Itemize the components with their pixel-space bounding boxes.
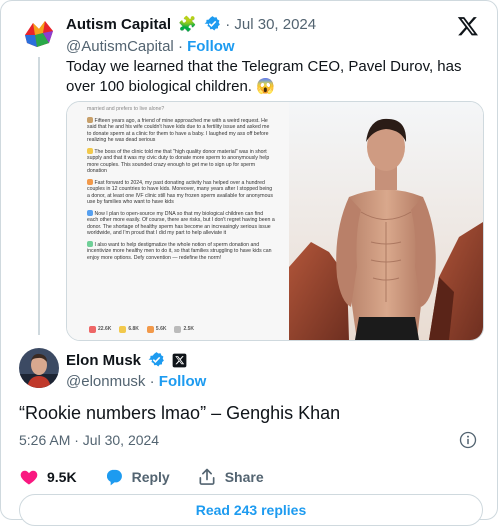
tweet-screenshot-image: married and prefers to live alone? Fifte… — [67, 102, 289, 340]
elon-musk-avatar[interactable] — [19, 348, 59, 388]
like-button[interactable]: 9.5K — [19, 467, 77, 487]
screenshot-paragraph: The boss of the clinic told me that "hig… — [87, 147, 270, 174]
read-replies-button[interactable]: Read 243 replies — [19, 494, 483, 526]
follow-autism-capital-button[interactable]: Follow — [187, 38, 235, 55]
screenshot-stat: 6.8K — [119, 326, 139, 333]
durov-photo — [289, 102, 483, 340]
autism-capital-avatar[interactable] — [19, 13, 59, 53]
follow-elon-musk-button[interactable]: Follow — [159, 373, 207, 390]
screenshot-paragraph: Fast forward to 2024, my past donating a… — [87, 178, 273, 205]
share-label: Share — [224, 469, 264, 485]
share-button[interactable]: Share — [197, 467, 264, 487]
screenshot-paragraph: Now I plan to open-source my DNA so that… — [87, 209, 275, 236]
tweet-card: Autism Capital 🧩 · Jul 30, 2024 @AutismC… — [0, 0, 498, 526]
quoted-media[interactable]: married and prefers to live alone? Fifte… — [66, 101, 484, 341]
main-handle-row: @elonmusk · Follow — [66, 373, 207, 390]
x-affiliate-badge-icon — [172, 353, 187, 368]
quoted-tweet-text: Today we learned that the Telegram CEO, … — [66, 58, 462, 95]
verified-badge-icon — [148, 352, 165, 367]
action-bar: 9.5K Reply Share — [19, 467, 291, 487]
screenshot-stat: 2.5K — [174, 326, 194, 333]
reply-button[interactable]: Reply — [104, 467, 170, 487]
quoted-date[interactable]: · Jul 30, 2024 — [225, 16, 316, 33]
like-count: 9.5K — [47, 469, 77, 485]
main-header: Elon Musk — [66, 351, 187, 371]
quoted-handle-row: @AutismCapital · Follow — [66, 38, 235, 55]
verified-badge-icon — [204, 16, 220, 31]
share-icon — [199, 468, 215, 485]
screenshot-paragraph: I also want to help destigmatize the who… — [87, 240, 272, 261]
screenshot-paragraph: married and prefers to live alone? — [87, 106, 165, 112]
screenshot-paragraph: Fifteen years ago, a friend of mine appr… — [87, 116, 270, 143]
heart-icon — [20, 470, 38, 485]
reply-icon — [106, 469, 122, 486]
puzzle-emoji-icon: 🧩 — [178, 16, 197, 33]
screenshot-stat: 22.6K — [89, 326, 111, 333]
quoted-handle[interactable]: @AutismCapital — [66, 38, 174, 55]
x-logo-icon[interactable] — [457, 15, 479, 37]
main-author-name[interactable]: Elon Musk — [66, 352, 141, 369]
reply-label: Reply — [131, 469, 170, 485]
main-handle[interactable]: @elonmusk — [66, 373, 145, 390]
screenshot-stat: 5.6K — [146, 326, 166, 333]
info-icon[interactable] — [459, 431, 477, 449]
main-timestamp[interactable]: 5:26 AM · Jul 30, 2024 — [19, 431, 159, 449]
quoted-header: Autism Capital 🧩 · Jul 30, 2024 — [66, 15, 316, 35]
main-tweet-text: “Rookie numbers lmao” – Genghis Khan — [19, 403, 341, 423]
quoted-author-name[interactable]: Autism Capital — [66, 16, 171, 33]
thread-line — [38, 57, 40, 335]
screenshot-stats: 22.6K 6.8K 5.6K 2.5K — [89, 326, 194, 333]
